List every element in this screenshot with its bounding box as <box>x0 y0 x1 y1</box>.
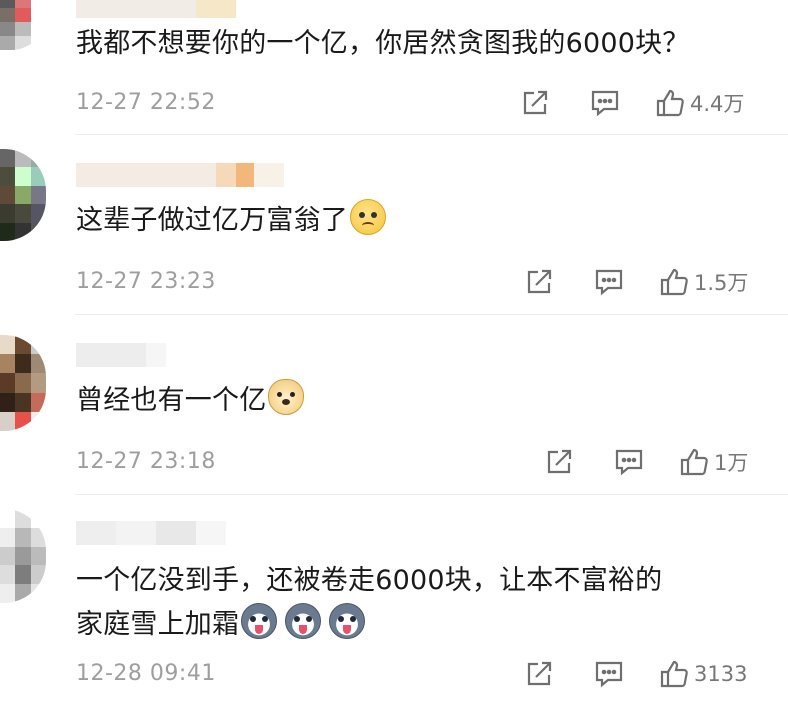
husky-emoji <box>285 603 322 639</box>
comment-actions: 4.4万 <box>523 86 788 120</box>
comment-text: 一个亿没到手，还被卷走6000块，让本不富裕的 家庭雪上加霜 <box>76 559 758 647</box>
reply-icon <box>595 661 623 688</box>
username-blurred[interactable] <box>76 0 236 18</box>
comment-meta: 12-27 23:18 1万 <box>76 445 788 479</box>
comment-text-line-2: 家庭雪上加霜 <box>76 603 758 647</box>
comment-actions: 1万 <box>547 445 788 479</box>
like-count: 3133 <box>694 662 748 686</box>
reply-icon <box>591 90 619 117</box>
reply-button[interactable] <box>590 86 620 120</box>
username-blurred[interactable] <box>76 163 284 187</box>
like-button[interactable]: 1万 <box>678 445 748 479</box>
share-icon <box>527 661 552 686</box>
comment-text: 我都不想要你的一个亿，你居然贪图我的6000块？ <box>76 28 690 59</box>
comment-4: 一个亿没到手，还被卷走6000块，让本不富裕的 家庭雪上加霜 12-28 09:… <box>0 495 788 720</box>
comment-time: 12-27 22:52 <box>76 90 216 115</box>
comment-time: 12-27 23:23 <box>76 269 216 294</box>
share-icon <box>527 269 552 294</box>
avatar[interactable] <box>0 0 46 50</box>
share-button[interactable] <box>524 657 554 691</box>
reply-icon <box>595 269 623 296</box>
like-count: 1.5万 <box>694 271 749 295</box>
like-icon <box>680 448 708 476</box>
share-button[interactable] <box>544 445 574 479</box>
sad-emoji <box>350 199 386 235</box>
comment-1: 我都不想要你的一个亿，你居然贪图我的6000块？ 12-27 22:52 4.4… <box>0 0 788 135</box>
comment-text-line-2-body: 家庭雪上加霜 <box>76 609 240 640</box>
like-button[interactable]: 4.4万 <box>654 86 744 120</box>
share-icon <box>547 449 572 474</box>
comment-time: 12-28 09:41 <box>76 661 216 686</box>
comment-actions: 3133 <box>527 657 788 691</box>
share-icon <box>523 90 548 115</box>
like-count: 1万 <box>714 451 749 475</box>
comment-actions: 1.5万 <box>527 265 788 299</box>
reply-button[interactable] <box>614 445 644 479</box>
like-icon <box>660 660 688 688</box>
comment-3: 曾经也有一个亿 12-27 23:18 1万 <box>0 315 788 495</box>
comment-meta: 12-28 09:41 3133 <box>76 657 788 691</box>
husky-emoji <box>329 603 366 639</box>
like-icon <box>660 268 688 296</box>
comment-meta: 12-27 22:52 4.4万 <box>76 86 788 120</box>
doge-emoji <box>268 379 305 415</box>
avatar[interactable] <box>0 509 46 603</box>
reply-icon <box>615 449 643 476</box>
username-blurred[interactable] <box>76 343 166 367</box>
username-blurred[interactable] <box>76 521 226 545</box>
like-icon <box>656 89 684 117</box>
comment-text: 曾经也有一个亿 <box>76 379 758 423</box>
comment-2: 这辈子做过亿万富翁了 12-27 23:23 1.5万 <box>0 135 788 315</box>
like-button[interactable]: 3133 <box>658 657 747 691</box>
comment-time: 12-27 23:18 <box>76 449 216 474</box>
comment-text-line-1: 一个亿没到手，还被卷走6000块，让本不富裕的 <box>76 565 663 596</box>
reply-button[interactable] <box>594 265 624 299</box>
reply-button[interactable] <box>594 657 624 691</box>
comment-meta: 12-27 23:23 1.5万 <box>76 265 788 299</box>
like-count: 4.4万 <box>690 92 745 116</box>
share-button[interactable] <box>520 86 550 120</box>
share-button[interactable] <box>524 265 554 299</box>
like-button[interactable]: 1.5万 <box>658 265 748 299</box>
avatar[interactable] <box>0 149 46 241</box>
avatar[interactable] <box>0 335 46 431</box>
comment-text: 这辈子做过亿万富翁了 <box>76 199 758 243</box>
husky-emoji <box>241 603 278 639</box>
